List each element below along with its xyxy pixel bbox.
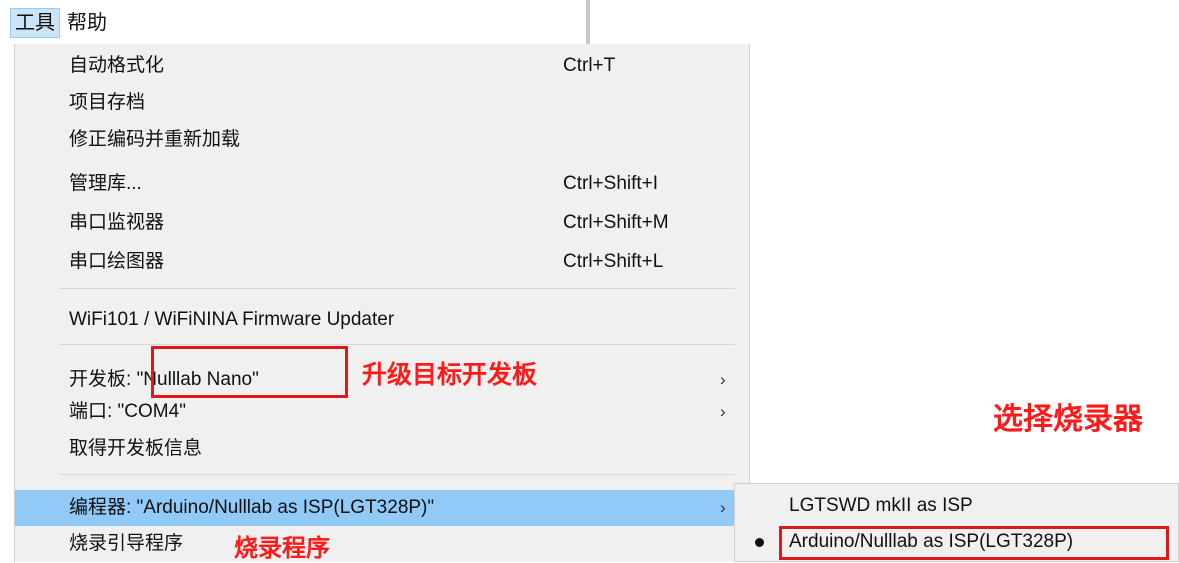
menu-item-archive-sketch[interactable]: 项目存档 xyxy=(15,85,749,121)
board-label-prefix: 开发板: xyxy=(69,369,137,390)
menu-item-burn-bootloader[interactable]: 烧录引导程序 xyxy=(15,526,749,562)
menu-item-shortcut: Ctrl+Shift+I xyxy=(563,173,659,194)
menu-item-label: 自动格式化 xyxy=(69,55,165,76)
chevron-right-icon: › xyxy=(720,370,726,389)
menu-item-label: 编程器: "Arduino/Nulllab as ISP(LGT328P)" xyxy=(69,497,435,518)
menu-help[interactable]: 帮助 xyxy=(63,8,111,38)
annotation-box-programmer xyxy=(779,526,1169,560)
window-divider xyxy=(586,0,590,44)
annotation-select-programmer: 选择烧录器 xyxy=(993,402,1143,437)
programmer-submenu: LGTSWD mkII as ISP Arduino/Nulllab as IS… xyxy=(734,483,1179,562)
menu-item-manage-libraries[interactable]: 管理库... Ctrl+Shift+I xyxy=(15,166,749,202)
menu-separator xyxy=(59,344,735,345)
annotation-upgrade-board: 升级目标开发板 xyxy=(362,360,538,389)
menu-item-label: 串口监视器 xyxy=(69,212,165,233)
menu-item-serial-monitor[interactable]: 串口监视器 Ctrl+Shift+M xyxy=(15,205,749,241)
menu-tools[interactable]: 工具 xyxy=(10,8,60,38)
menu-item-label: 串口绘图器 xyxy=(69,251,165,272)
menu-item-label: 烧录引导程序 xyxy=(69,533,184,554)
menu-item-board-info[interactable]: 取得开发板信息 xyxy=(15,431,749,467)
menu-separator xyxy=(59,474,735,475)
radio-selected-icon xyxy=(755,538,764,547)
menu-item-label: 管理库... xyxy=(69,173,142,194)
tools-dropdown-menu: 自动格式化 Ctrl+T 项目存档 修正编码并重新加载 管理库... Ctrl+… xyxy=(14,44,750,562)
menu-item-shortcut: Ctrl+T xyxy=(563,55,616,76)
menu-item-label: 修正编码并重新加载 xyxy=(69,129,241,150)
menu-item-auto-format[interactable]: 自动格式化 Ctrl+T xyxy=(15,48,749,84)
menu-item-serial-plotter[interactable]: 串口绘图器 Ctrl+Shift+L xyxy=(15,244,749,280)
menu-item-label: 取得开发板信息 xyxy=(69,438,203,459)
menu-item-fix-encoding[interactable]: 修正编码并重新加载 xyxy=(15,122,749,158)
chevron-right-icon: › xyxy=(720,498,726,517)
menu-item-label: 项目存档 xyxy=(69,92,146,113)
submenu-item-label: LGTSWD mkII as ISP xyxy=(789,495,973,516)
chevron-right-icon: › xyxy=(720,402,726,421)
annotation-box-board xyxy=(151,346,348,398)
menu-item-label: WiFi101 / WiFiNINA Firmware Updater xyxy=(69,309,395,330)
annotation-burn-program: 烧录程序 xyxy=(234,534,330,562)
menu-item-port[interactable]: 端口: "COM4" › xyxy=(15,394,749,430)
menu-item-shortcut: Ctrl+Shift+M xyxy=(563,212,669,233)
menu-item-programmer[interactable]: 编程器: "Arduino/Nulllab as ISP(LGT328P)" › xyxy=(15,490,749,526)
menu-item-firmware-updater[interactable]: WiFi101 / WiFiNINA Firmware Updater xyxy=(15,302,749,338)
menu-item-label: 端口: "COM4" xyxy=(69,401,186,422)
menu-item-shortcut: Ctrl+Shift+L xyxy=(563,251,664,272)
submenu-item-lgtswd[interactable]: LGTSWD mkII as ISP xyxy=(735,488,1178,524)
menu-separator xyxy=(59,288,735,289)
menubar: 工具 帮助 xyxy=(0,0,590,44)
